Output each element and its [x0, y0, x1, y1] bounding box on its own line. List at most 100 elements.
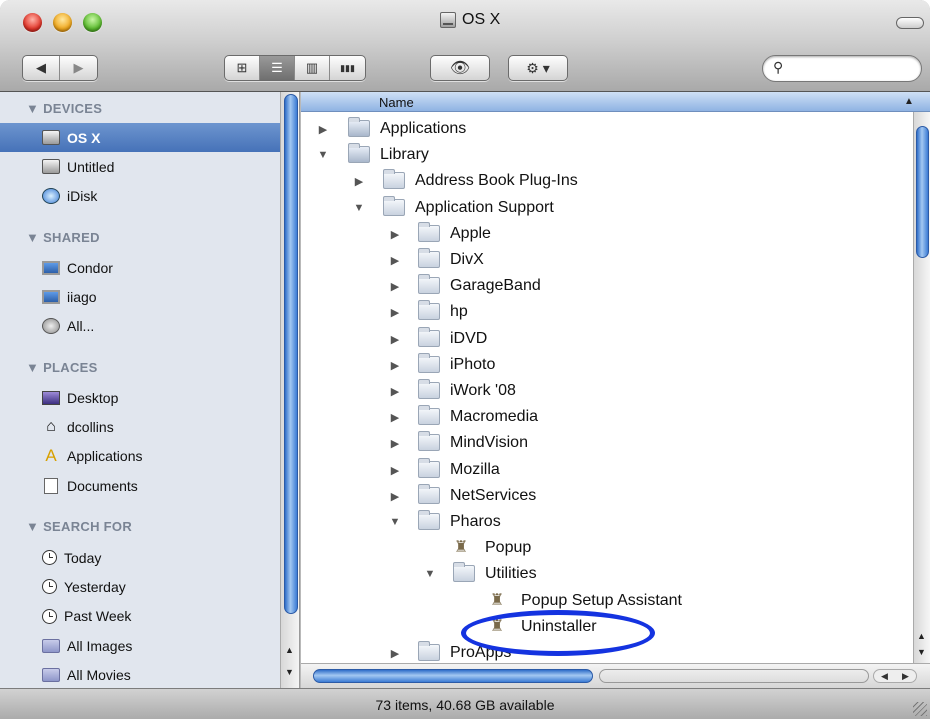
disclosure-expanded-icon[interactable]: ▼ — [389, 516, 401, 528]
sidebar-item-documents[interactable]: Documents — [0, 471, 280, 500]
disclosure-collapsed-icon[interactable]: ▶ — [389, 464, 401, 477]
file-row-library[interactable]: ▼ Library — [301, 142, 913, 168]
sidebar-item-label: All Images — [67, 637, 133, 654]
sidebar-item-applications[interactable]: A Applications — [0, 442, 280, 471]
scroll-up-icon[interactable]: ▲ — [917, 631, 926, 641]
search-icon: ⚲ — [773, 59, 784, 75]
file-row-divx[interactable]: ▶ DivX — [301, 247, 913, 273]
sidebar-item-today[interactable]: Today — [0, 543, 280, 572]
folder-icon — [418, 510, 440, 530]
scroll-down-icon[interactable]: ▼ — [917, 647, 926, 657]
disclosure-collapsed-icon[interactable]: ▶ — [389, 411, 401, 424]
resize-grip[interactable] — [913, 702, 927, 716]
sidebar-section-heading[interactable]: ▼ PLACES — [26, 360, 98, 375]
zoom-button[interactable] — [83, 13, 102, 32]
disclosure-collapsed-icon[interactable]: ▶ — [389, 490, 401, 503]
folder-icon — [418, 379, 440, 399]
sidebar-item-untitled[interactable]: Untitled — [0, 152, 280, 181]
file-name: GarageBand — [450, 277, 541, 295]
sidebar-section-heading[interactable]: ▼ SHARED — [26, 230, 100, 245]
vertical-scrollbar[interactable]: ▲ ▼ — [913, 112, 930, 663]
toolbar-toggle-button[interactable] — [896, 17, 924, 29]
sidebar-item-all-movies[interactable]: All Movies — [0, 661, 280, 688]
sidebar-item-label: All Movies — [67, 667, 131, 684]
scroll-up-icon[interactable]: ▲ — [285, 645, 294, 655]
horizontal-scroll-arrows[interactable]: ◀ ▶ — [873, 669, 917, 683]
disclosure-collapsed-icon[interactable]: ▶ — [353, 175, 365, 188]
vertical-scroll-thumb[interactable] — [916, 126, 929, 258]
smart-folder-icon — [42, 638, 60, 653]
coverflow-view-button[interactable]: ▮▮▮ — [330, 56, 365, 80]
sidebar-item-iiago[interactable]: iiago — [0, 282, 280, 311]
disclosure-collapsed-icon[interactable]: ▶ — [389, 385, 401, 398]
disclosure-collapsed-icon[interactable]: ▶ — [389, 333, 401, 346]
folder-icon — [383, 195, 405, 216]
scroll-right-icon[interactable]: ▶ — [902, 671, 909, 682]
disclosure-expanded-icon[interactable]: ▼ — [353, 202, 365, 214]
file-row-idvd[interactable]: ▶ iDVD — [301, 326, 913, 352]
file-row-address-book-plug-ins[interactable]: ▶ Address Book Plug-Ins — [301, 168, 913, 194]
file-row-applications[interactable]: ▶ Applications — [301, 116, 913, 142]
disclosure-collapsed-icon[interactable]: ▶ — [317, 123, 329, 136]
file-row-mozilla[interactable]: ▶ Mozilla — [301, 457, 913, 483]
icon-view-button[interactable]: ⊞ — [225, 56, 260, 80]
file-row-mindvision[interactable]: ▶ MindVision — [301, 430, 913, 456]
quick-look-button[interactable]: 👁 — [430, 55, 490, 81]
sidebar-item-desktop[interactable]: Desktop — [0, 383, 280, 412]
horizontal-scrollbar[interactable]: ◀ ▶ — [301, 663, 930, 688]
sidebar-section-heading[interactable]: ▼ DEVICES — [26, 101, 102, 116]
search-field[interactable]: ⚲ — [762, 55, 922, 82]
column-view-button[interactable]: ▥ — [295, 56, 330, 80]
horizontal-scroll-thumb[interactable] — [313, 669, 593, 683]
file-row-netservices[interactable]: ▶ NetServices — [301, 483, 913, 509]
file-row-pharos[interactable]: ▼ Pharos — [301, 509, 913, 535]
sidebar-section-heading[interactable]: ▼ SEARCH FOR — [26, 519, 132, 534]
sidebar-item-label: Desktop — [67, 389, 119, 406]
minimize-button[interactable] — [53, 13, 72, 32]
disclosure-collapsed-icon[interactable]: ▶ — [389, 280, 401, 293]
file-row-apple[interactable]: ▶ Apple — [301, 221, 913, 247]
disclosure-collapsed-icon[interactable]: ▶ — [389, 254, 401, 267]
disclosure-collapsed-icon[interactable]: ▶ — [389, 306, 401, 319]
sidebar-item-idisk[interactable]: iDisk — [0, 182, 280, 211]
disclosure-collapsed-icon[interactable]: ▶ — [389, 359, 401, 372]
disclosure-expanded-icon[interactable]: ▼ — [317, 149, 329, 161]
folder-icon — [418, 326, 440, 347]
scroll-left-icon[interactable]: ◀ — [881, 671, 888, 682]
file-row-application-support[interactable]: ▼ Application Support — [301, 195, 913, 221]
file-row-popup-setup-assistant[interactable]: ♜ Popup Setup Assistant — [301, 588, 913, 614]
file-row-popup[interactable]: ♜ Popup — [301, 535, 913, 561]
sidebar-scroll-thumb[interactable] — [284, 94, 298, 614]
disclosure-collapsed-icon[interactable]: ▶ — [389, 437, 401, 450]
close-button[interactable] — [23, 13, 42, 32]
file-row-garageband[interactable]: ▶ GarageBand — [301, 273, 913, 299]
file-row-iphoto[interactable]: ▶ iPhoto — [301, 352, 913, 378]
file-row-hp[interactable]: ▶ hp — [301, 299, 913, 325]
file-row-utilities[interactable]: ▼ Utilities — [301, 561, 913, 587]
eye-icon: 👁 — [449, 60, 471, 77]
sidebar-item-condor[interactable]: Condor — [0, 253, 280, 282]
disclosure-collapsed-icon[interactable]: ▶ — [389, 647, 401, 660]
file-name: Library — [380, 146, 429, 164]
action-menu-button[interactable]: ⚙ ▾ — [508, 55, 568, 81]
file-name: DivX — [450, 251, 484, 268]
back-button[interactable]: ◀ — [23, 56, 61, 80]
sidebar-item-os-x[interactable]: OS X — [0, 123, 280, 152]
name-column-header[interactable]: Name ▲ — [301, 92, 930, 112]
sidebar-scrollbar[interactable]: ▲ ▼ — [280, 92, 299, 688]
forward-button[interactable]: ▶ — [60, 56, 97, 80]
file-row-macromedia[interactable]: ▶ Macromedia — [301, 404, 913, 430]
scroll-down-icon[interactable]: ▼ — [285, 667, 294, 677]
file-name: iDVD — [450, 329, 488, 347]
sidebar-item-yesterday[interactable]: Yesterday — [0, 572, 280, 601]
file-row-iwork-08[interactable]: ▶ iWork '08 — [301, 378, 913, 404]
sidebar-item-all-images[interactable]: All Images — [0, 631, 280, 660]
annotation-circle — [461, 610, 655, 656]
disclosure-collapsed-icon[interactable]: ▶ — [389, 228, 401, 241]
sidebar-item-all[interactable]: All... — [0, 312, 280, 341]
sidebar-item-dcollins[interactable]: ⌂ dcollins — [0, 412, 280, 441]
search-input[interactable] — [791, 59, 915, 78]
disclosure-expanded-icon[interactable]: ▼ — [424, 568, 436, 580]
list-view-button[interactable]: ☰ — [260, 56, 295, 80]
sidebar-item-past-week[interactable]: Past Week — [0, 602, 280, 631]
